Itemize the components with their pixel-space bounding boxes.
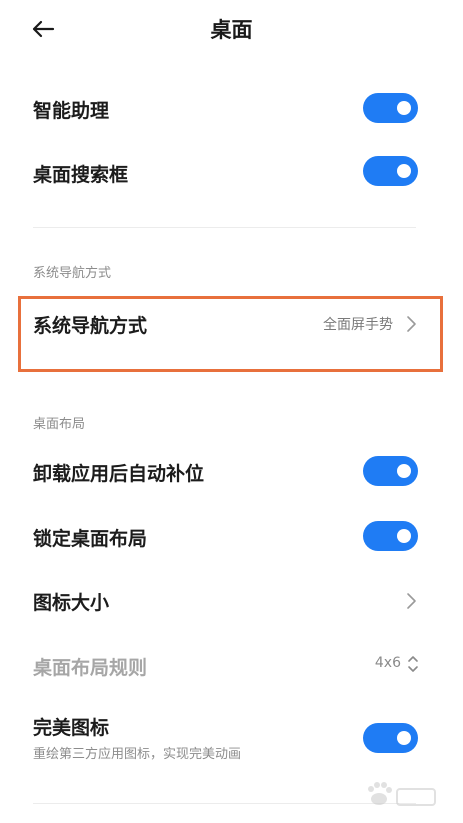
setting-row-desktop-search[interactable]: 桌面搜索框 bbox=[0, 142, 463, 202]
toggle-knob bbox=[397, 731, 411, 745]
setting-label: 智能助理 bbox=[33, 100, 110, 122]
setting-label: 锁定桌面布局 bbox=[33, 528, 148, 550]
perfect-icons-toggle[interactable] bbox=[363, 723, 418, 753]
layout-rule-value: 4x6 bbox=[374, 655, 401, 671]
section-heading-navigation: 系统导航方式 bbox=[33, 266, 112, 281]
desktop-search-toggle[interactable] bbox=[363, 156, 418, 186]
smart-assistant-toggle[interactable] bbox=[363, 93, 418, 123]
setting-row-auto-fill[interactable]: 卸载应用后自动补位 bbox=[0, 440, 463, 502]
chevron-right-icon bbox=[407, 593, 416, 609]
toggle-knob bbox=[397, 464, 411, 478]
paw-watermark-icon bbox=[368, 782, 436, 806]
setting-row-smart-assistant[interactable]: 智能助理 bbox=[0, 78, 463, 138]
divider bbox=[33, 227, 416, 228]
auto-fill-toggle[interactable] bbox=[363, 456, 418, 486]
setting-row-perfect-icons[interactable]: 完美图标 重绘第三方应用图标，实现完美动画 bbox=[0, 705, 463, 775]
setting-row-lock-layout[interactable]: 锁定桌面布局 bbox=[0, 505, 463, 567]
up-down-chevron-icon bbox=[408, 656, 418, 672]
setting-label: 桌面布局规则 bbox=[33, 657, 148, 679]
setting-label: 卸载应用后自动补位 bbox=[33, 463, 205, 485]
highlight-box bbox=[18, 296, 443, 372]
page-title: 桌面 bbox=[210, 18, 253, 42]
setting-sublabel: 重绘第三方应用图标，实现完美动画 bbox=[33, 747, 242, 762]
toggle-knob bbox=[397, 529, 411, 543]
lock-layout-toggle[interactable] bbox=[363, 521, 418, 551]
setting-label: 图标大小 bbox=[33, 592, 110, 614]
setting-label: 桌面搜索框 bbox=[33, 164, 129, 186]
desktop-settings-page: 桌面 智能助理 桌面搜索框 系统导航方式 系统导航方式 全面屏手势 桌面布局 卸… bbox=[0, 0, 463, 823]
section-heading-layout: 桌面布局 bbox=[33, 417, 86, 432]
toggle-knob bbox=[397, 164, 411, 178]
toggle-knob bbox=[397, 101, 411, 115]
header: 桌面 bbox=[0, 0, 463, 56]
setting-row-icon-size[interactable]: 图标大小 bbox=[0, 570, 463, 632]
setting-row-layout-rule: 桌面布局规则 4x6 bbox=[0, 635, 463, 697]
setting-label: 完美图标 bbox=[33, 717, 110, 739]
